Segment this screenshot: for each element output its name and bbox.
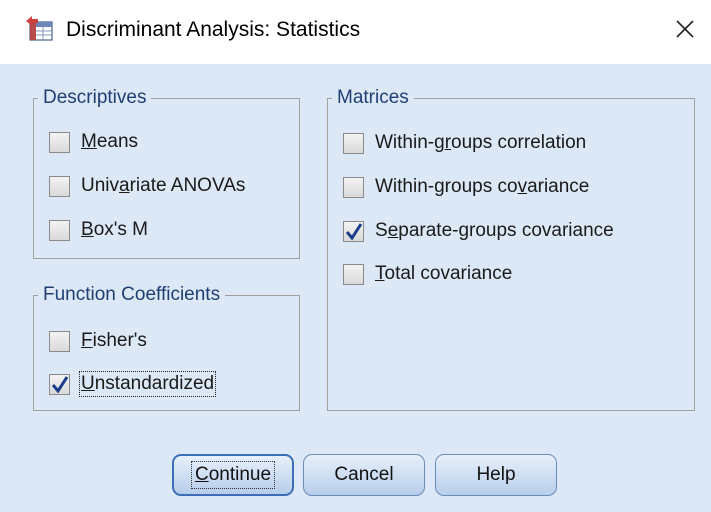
help-button[interactable]: Help [435, 454, 557, 496]
total-covariance-checkbox-row[interactable]: Total covariance [343, 261, 512, 287]
means-label: Means [81, 131, 139, 152]
window-title: Discriminant Analysis: Statistics [66, 18, 361, 41]
fishers-checkbox[interactable] [49, 330, 70, 352]
checkmark-icon [52, 375, 69, 394]
within-groups-covariance-label: Within-groups covariance [375, 176, 590, 197]
univariate-anovas-checkbox[interactable] [49, 175, 70, 197]
descriptives-legend: Descriptives [43, 87, 147, 108]
boxs-m-checkbox[interactable] [49, 219, 70, 241]
spss-table-icon [26, 16, 53, 41]
fishers-checkbox-row[interactable]: Fisher's [49, 328, 147, 354]
boxs-m-checkbox-row[interactable]: Box's M [49, 217, 148, 243]
means-checkbox[interactable] [49, 131, 70, 153]
within-groups-covariance-checkbox[interactable] [343, 176, 364, 198]
separate-groups-covariance-label: Separate-groups covariance [375, 220, 614, 241]
univariate-anovas-label: Univariate ANOVAs [81, 175, 246, 196]
cancel-button-label: Cancel [334, 464, 394, 485]
within-groups-correlation-checkbox-row[interactable]: Within-groups correlation [343, 130, 586, 156]
fishers-label: Fisher's [81, 330, 147, 351]
close-icon[interactable] [668, 12, 702, 46]
means-checkbox-row[interactable]: Means [49, 129, 138, 155]
cancel-button[interactable]: Cancel [303, 454, 425, 496]
checkmark-icon [346, 222, 363, 241]
matrices-legend: Matrices [337, 87, 409, 108]
title-bar: Discriminant Analysis: Statistics [0, 0, 711, 64]
within-groups-correlation-label: Within-groups correlation [375, 132, 587, 153]
within-groups-covariance-checkbox-row[interactable]: Within-groups covariance [343, 174, 589, 200]
within-groups-correlation-checkbox[interactable] [343, 132, 364, 154]
total-covariance-checkbox[interactable] [343, 263, 364, 285]
continue-button[interactable]: Continue [172, 454, 294, 496]
dialog-window: Discriminant Analysis: Statistics Descri… [0, 0, 711, 512]
unstandardized-label: Unstandardized [78, 371, 217, 397]
help-button-label: Help [476, 464, 516, 485]
continue-button-label: Continue [190, 461, 276, 489]
function-coefficients-legend: Function Coefficients [43, 284, 221, 305]
separate-groups-covariance-checkbox-row[interactable]: Separate-groups covariance [343, 218, 614, 244]
unstandardized-checkbox[interactable] [49, 373, 70, 395]
total-covariance-label: Total covariance [375, 263, 513, 284]
univariate-anovas-checkbox-row[interactable]: Univariate ANOVAs [49, 173, 245, 199]
unstandardized-checkbox-row[interactable]: Unstandardized [49, 371, 217, 397]
separate-groups-covariance-checkbox[interactable] [343, 220, 364, 242]
boxs-m-label: Box's M [81, 219, 148, 240]
